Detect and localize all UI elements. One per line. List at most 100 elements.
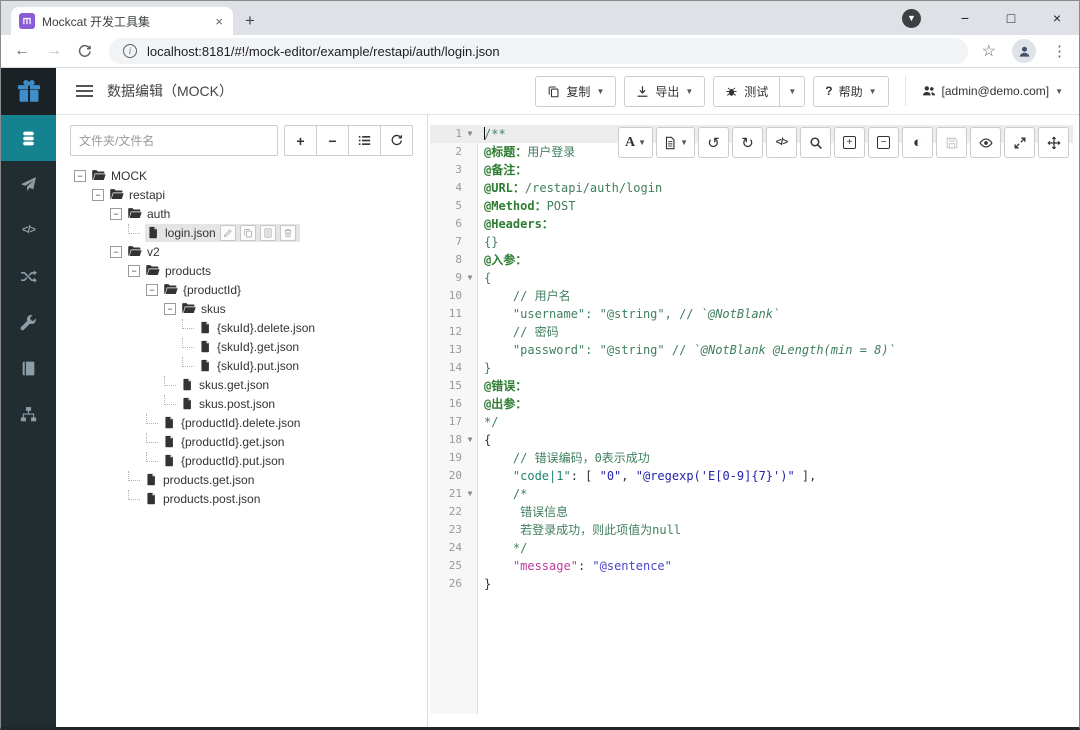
fold-marker-icon[interactable]: ▼ (462, 485, 478, 503)
collapse-expander-icon[interactable]: − (128, 264, 140, 277)
code-line-22[interactable]: 22 错误信息 (430, 503, 1073, 521)
tree-node-auth[interactable]: − auth (70, 204, 413, 223)
rail-item-wrench[interactable] (1, 299, 56, 345)
forward-icon[interactable]: → (45, 42, 63, 60)
redo-button[interactable]: ↻ (732, 127, 763, 158)
rail-item-send[interactable] (1, 161, 56, 207)
code-line-19[interactable]: 19 // 错误编码，0表示成功 (430, 449, 1073, 467)
help-button[interactable]: ? 帮助 ▼ (813, 75, 889, 107)
list-view-button[interactable] (348, 125, 381, 156)
copy-button[interactable]: 复制 ▼ (535, 75, 617, 107)
site-info-icon[interactable]: i (123, 44, 137, 58)
code-line-23[interactable]: 23 若登录成功，则此项值为null (430, 521, 1073, 539)
window-maximize-button[interactable]: □ (1001, 10, 1021, 26)
code-line-17[interactable]: 17 */ (430, 413, 1073, 431)
export-button[interactable]: 导出 ▼ (624, 75, 706, 107)
tree-node-productid.get.json[interactable]: {productId}.get.json (70, 432, 413, 451)
test-button[interactable]: 测试 (713, 75, 781, 107)
code-line-12[interactable]: 12 // 密码 (430, 323, 1073, 341)
tree-node-skuid.delete.json[interactable]: {skuId}.delete.json (70, 318, 413, 337)
browser-menu-icon[interactable]: ⋮ (1052, 42, 1067, 60)
move-button[interactable] (1038, 127, 1069, 158)
code-line-24[interactable]: 24 */ (430, 539, 1073, 557)
code-line-26[interactable]: 26} (430, 575, 1073, 593)
remove-node-button[interactable]: − (316, 125, 349, 156)
rail-item-database[interactable] (1, 115, 56, 161)
tree-node-skus[interactable]: − skus (70, 299, 413, 318)
rail-item-book[interactable] (1, 345, 56, 391)
fold-marker-icon[interactable]: ▼ (462, 125, 478, 143)
rail-item-sitemap[interactable] (1, 391, 56, 437)
edit-node-button[interactable] (219, 224, 236, 241)
rail-item-code[interactable]: </> (1, 207, 56, 253)
unfold-button[interactable]: + (834, 127, 865, 158)
code-line-6[interactable]: 6 @Headers： (430, 215, 1073, 233)
code-line-11[interactable]: 11 "username": "@string", // `@NotBlank` (430, 305, 1073, 323)
fold-button[interactable]: − (868, 127, 899, 158)
collapse-expander-icon[interactable]: − (110, 245, 122, 258)
collapse-expander-icon[interactable]: − (110, 207, 122, 220)
url-field[interactable]: i localhost:8181/#!/mock-editor/example/… (109, 38, 968, 64)
fold-marker-icon[interactable]: ▼ (462, 269, 478, 287)
copy-node-button[interactable] (239, 224, 256, 241)
template-button[interactable]: ▼ (656, 127, 695, 158)
test-dropdown-button[interactable]: ▼ (779, 75, 806, 107)
font-button[interactable]: A ▼ (618, 127, 654, 158)
fold-marker-icon[interactable]: ▼ (462, 431, 478, 449)
window-minimize-button[interactable]: − (955, 10, 975, 26)
browser-update-icon[interactable]: ▼ (902, 8, 921, 28)
code-line-21[interactable]: 21 ▼ /* (430, 485, 1073, 503)
back-icon[interactable]: ← (13, 42, 31, 60)
detail-node-button[interactable] (259, 224, 276, 241)
window-close-button[interactable]: × (1047, 10, 1067, 26)
tree-node-products.get.json[interactable]: products.get.json (70, 470, 413, 489)
code-line-25[interactable]: 25 "message": "@sentence" (430, 557, 1073, 575)
code-line-5[interactable]: 5 @Method：POST (430, 197, 1073, 215)
tree-node-skus.get.json[interactable]: skus.get.json (70, 375, 413, 394)
app-logo[interactable] (1, 68, 56, 115)
tree-node-products.post.json[interactable]: products.post.json (70, 489, 413, 508)
code-line-7[interactable]: 7 {} (430, 233, 1073, 251)
browser-tab[interactable]: Mockcat 开发工具集 × (11, 7, 233, 35)
tree-node-skuid.put.json[interactable]: {skuId}.put.json (70, 356, 413, 375)
code-line-20[interactable]: 20 "code|1": [ "0", "@regexp('E[0-9]{7}'… (430, 467, 1073, 485)
expand-button[interactable] (1004, 127, 1035, 158)
reload-icon[interactable] (77, 44, 95, 59)
collapse-expander-icon[interactable]: − (164, 302, 176, 315)
format-button[interactable]: </> (766, 127, 797, 158)
undo-button[interactable]: ↺ (698, 127, 729, 158)
hamburger-menu-icon[interactable] (76, 85, 93, 97)
add-node-button[interactable]: + (284, 125, 317, 156)
tree-node-products[interactable]: − products (70, 261, 413, 280)
browser-profile-avatar[interactable] (1012, 39, 1036, 63)
collapse-expander-icon[interactable]: − (92, 188, 104, 201)
collapse-expander-icon[interactable]: − (146, 283, 158, 296)
bookmark-star-icon[interactable]: ☆ (982, 41, 996, 61)
code-line-10[interactable]: 10 // 用户名 (430, 287, 1073, 305)
tree-node-restapi[interactable]: − restapi (70, 185, 413, 204)
search-button[interactable] (800, 127, 831, 158)
code-line-16[interactable]: 16 @出参： (430, 395, 1073, 413)
code-line-8[interactable]: 8 @入参： (430, 251, 1073, 269)
tree-node-productid.delete.json[interactable]: {productId}.delete.json (70, 413, 413, 432)
code-line-9[interactable]: 9 ▼ { (430, 269, 1073, 287)
tree-node-v2[interactable]: − v2 (70, 242, 413, 261)
tree-node-login.json[interactable]: login.json (70, 223, 413, 242)
new-tab-button[interactable]: + (245, 11, 255, 31)
save-button[interactable] (936, 127, 967, 158)
code-line-13[interactable]: 13 "password": "@string" // `@NotBlank @… (430, 341, 1073, 359)
preview-button[interactable] (970, 127, 1001, 158)
tree-node-mock[interactable]: − MOCK (70, 166, 413, 185)
code-line-3[interactable]: 3 @备注： (430, 161, 1073, 179)
search-input[interactable] (70, 125, 278, 156)
theme-button[interactable]: ◐ (902, 127, 933, 158)
refresh-button[interactable] (380, 125, 413, 156)
tree-node-skus.post.json[interactable]: skus.post.json (70, 394, 413, 413)
tree-node-productid[interactable]: − {productId} (70, 280, 413, 299)
tree-node-skuid.get.json[interactable]: {skuId}.get.json (70, 337, 413, 356)
code-line-15[interactable]: 15 @错误： (430, 377, 1073, 395)
delete-node-button[interactable] (279, 224, 296, 241)
collapse-expander-icon[interactable]: − (74, 169, 86, 182)
user-menu-button[interactable]: [admin@demo.com] ▼ (922, 84, 1063, 98)
code-editor[interactable]: 1 ▼/** 2 @标题：用户登录 3 @备注： 4 @URL：/restapi/auth/l… (430, 125, 1073, 714)
